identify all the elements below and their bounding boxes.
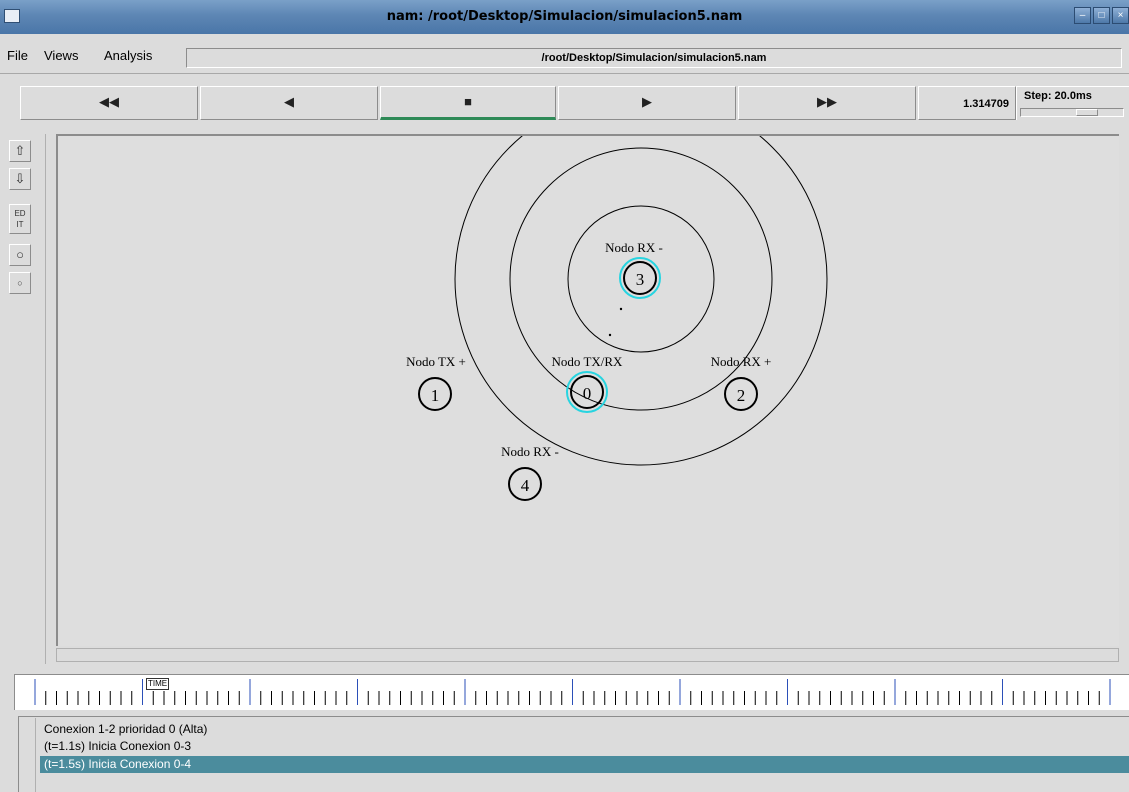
fast-forward-icon: ▶▶ (817, 94, 837, 109)
range-circle-large (454, 136, 828, 466)
timeline-marker[interactable]: TIME (146, 678, 194, 690)
minimize-icon[interactable]: – (1074, 7, 1091, 24)
edit-button[interactable]: ED IT (9, 204, 31, 234)
zoom-in-icon[interactable]: ⇧ (9, 140, 31, 162)
annotation-item[interactable]: Conexion 1-2 prioridad 0 (Alta) (40, 721, 1129, 738)
node-0-label: Nodo TX/RX (552, 354, 624, 369)
window-title: nam: /root/Desktop/Simulacion/simulacion… (386, 9, 743, 24)
stop-button[interactable]: ■ (380, 86, 556, 120)
play-icon: ▶ (642, 94, 652, 109)
node-3-id: 3 (636, 270, 645, 289)
node-1-label: Nodo TX + (406, 354, 466, 369)
node-3-label: Nodo RX - (605, 240, 663, 255)
canvas-horizontal-scrollbar[interactable] (56, 648, 1119, 662)
menu-file[interactable]: File (7, 48, 28, 64)
zoom-out-icon[interactable]: ⇩ (9, 168, 31, 190)
rewind-button[interactable]: ◀◀ (20, 86, 198, 120)
annotations-scrollbar[interactable] (18, 718, 36, 792)
menu-views[interactable]: Views (44, 48, 78, 64)
annotation-item[interactable]: (t=1.1s) Inicia Conexion 0-3 (40, 738, 1129, 755)
step-slider[interactable] (1020, 108, 1124, 117)
close-icon[interactable]: × (1112, 7, 1129, 24)
network-graph: 3 Nodo RX - 0 Nodo TX/RX 1 Nodo TX + 2 N… (406, 136, 828, 501)
node-0-id: 0 (583, 384, 592, 403)
node-2-label: Nodo RX + (711, 354, 772, 369)
menu-analysis[interactable]: Analysis (104, 48, 152, 64)
fast-forward-button[interactable]: ▶▶ (738, 86, 916, 120)
node-4-label: Nodo RX - (501, 444, 559, 459)
current-time: 1.314709 (918, 86, 1016, 120)
packet-dot (619, 307, 623, 311)
node-2-id: 2 (737, 386, 746, 405)
node-4-id: 4 (521, 476, 530, 495)
edit-label-2: IT (16, 220, 24, 229)
circle-small-icon[interactable]: ○ (9, 272, 31, 294)
node-1-id: 1 (431, 386, 440, 405)
play-button[interactable]: ▶ (558, 86, 736, 120)
edit-label-1: ED (14, 209, 26, 218)
step-label: Step: 20.0ms (1024, 90, 1092, 102)
step-back-button[interactable]: ◀ (200, 86, 378, 120)
packet-dot (608, 333, 612, 337)
stop-icon: ■ (464, 94, 472, 109)
rewind-icon: ◀◀ (99, 94, 119, 109)
annotation-item-selected[interactable]: (t=1.5s) Inicia Conexion 0-4 (40, 756, 1129, 773)
network-canvas[interactable]: 3 Nodo RX - 0 Nodo TX/RX 1 Nodo TX + 2 N… (56, 134, 1119, 646)
file-path-display: /root/Desktop/Simulacion/simulacion5.nam (186, 48, 1122, 68)
maximize-icon[interactable]: □ (1093, 7, 1110, 24)
step-slider-thumb[interactable] (1076, 109, 1098, 116)
canvas-vertical-scrollbar[interactable] (1119, 134, 1129, 662)
circle-large-icon[interactable]: ○ (9, 244, 31, 266)
play-backward-icon: ◀ (284, 94, 294, 109)
